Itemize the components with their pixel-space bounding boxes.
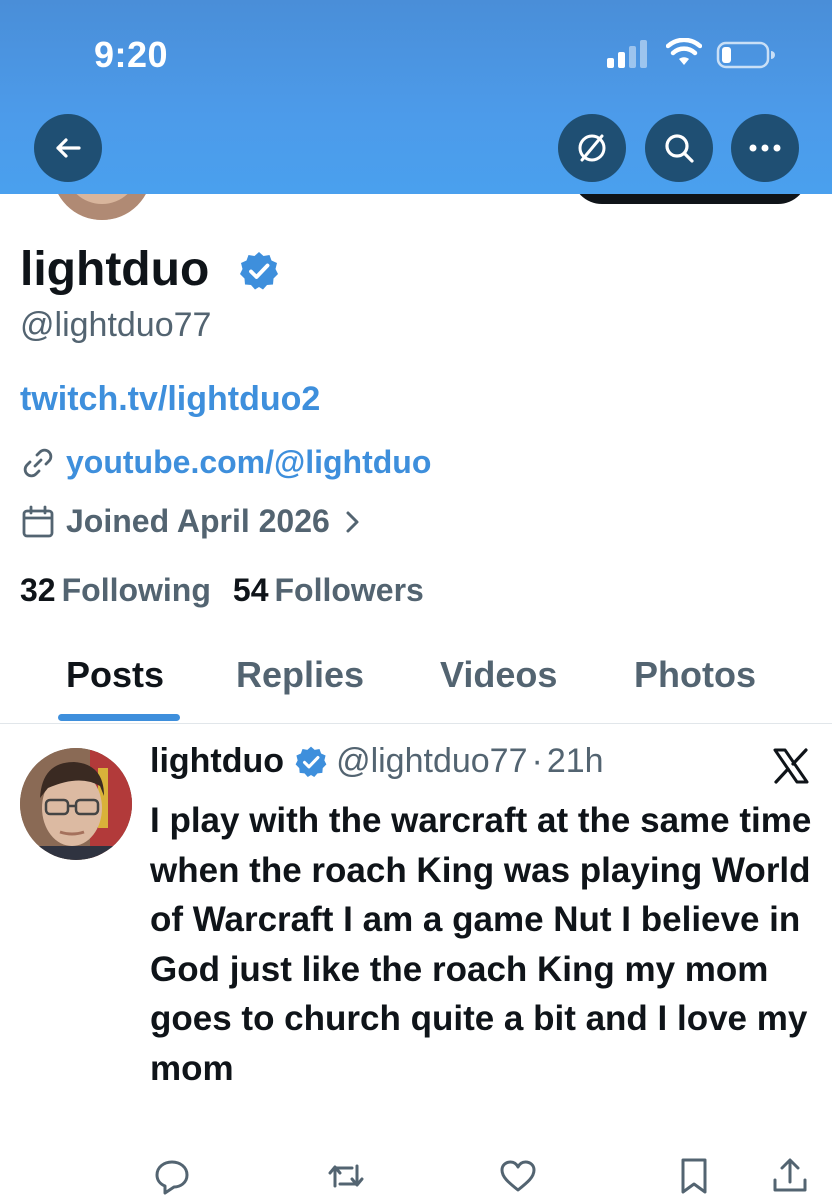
- followers-stat[interactable]: 54 Followers: [233, 572, 424, 609]
- link-icon: [23, 448, 53, 477]
- profile-display-name: lightduo: [20, 243, 210, 296]
- profile-tabs: Posts Replies Videos Photos: [0, 640, 832, 724]
- post-text: I play with the warcraft at the same tim…: [150, 801, 812, 1088]
- profile-page: 9:20 lightduo @lightduo77 twitch.tv/ligh…: [0, 0, 832, 1200]
- profile-header-banner: 9:20: [0, 0, 832, 194]
- tab-photos[interactable]: Photos: [634, 654, 756, 696]
- status-bar-time: 9:20: [94, 34, 169, 75]
- bookmark-icon[interactable]: [674, 1156, 714, 1196]
- post-separator: ·: [531, 742, 543, 780]
- website-row: youtube.com/@lightduo: [20, 444, 431, 481]
- calendar-icon: [22, 505, 54, 537]
- followers-count: 54: [232, 572, 269, 608]
- website-link[interactable]: youtube.com/@lightduo: [66, 444, 431, 481]
- post-author-name[interactable]: lightduo: [150, 742, 284, 781]
- bio-link[interactable]: twitch.tv/lightduo2: [20, 380, 320, 419]
- post-timestamp[interactable]: 21h: [547, 742, 604, 781]
- tab-replies[interactable]: Replies: [236, 654, 364, 696]
- post-header: lightduo @lightduo77 · 21h: [150, 742, 604, 781]
- post-author-avatar[interactable]: [20, 748, 132, 860]
- share-icon[interactable]: [770, 1156, 810, 1196]
- follow-stats: 32 Following 54 Followers: [20, 572, 424, 609]
- translate-button[interactable]: [558, 114, 626, 182]
- search-icon: [665, 134, 694, 163]
- like-icon[interactable]: [498, 1156, 538, 1196]
- back-button[interactable]: [34, 114, 102, 182]
- tab-videos[interactable]: Videos: [440, 654, 557, 696]
- battery-icon: [716, 41, 775, 69]
- following-stat[interactable]: 32 Following: [20, 572, 211, 609]
- chevron-right-icon: [346, 511, 359, 532]
- followers-label: Followers: [274, 572, 424, 608]
- wifi-icon: [666, 38, 702, 65]
- verified-badge-icon: [240, 252, 278, 290]
- following-count: 32: [20, 572, 56, 608]
- tab-posts[interactable]: Posts: [66, 654, 164, 696]
- profile-handle: @lightduo77: [20, 306, 212, 344]
- more-icon: [749, 144, 781, 152]
- verified-badge-icon: [295, 746, 327, 777]
- more-options-button[interactable]: [731, 114, 799, 182]
- reply-icon[interactable]: [152, 1156, 192, 1196]
- translate-icon: [578, 134, 606, 162]
- active-tab-indicator: [58, 714, 180, 721]
- following-label: Following: [61, 572, 211, 608]
- back-arrow-icon: [56, 138, 81, 158]
- cellular-signal-icon: [607, 40, 651, 68]
- post-actions: [0, 1150, 832, 1200]
- search-button[interactable]: [645, 114, 713, 182]
- joined-row[interactable]: Joined April 2026: [20, 503, 362, 540]
- joined-date: Joined April 2026: [66, 503, 330, 539]
- x-logo-icon: [773, 748, 809, 784]
- post-author-handle[interactable]: @lightduo77: [336, 742, 527, 781]
- repost-icon[interactable]: [326, 1156, 366, 1196]
